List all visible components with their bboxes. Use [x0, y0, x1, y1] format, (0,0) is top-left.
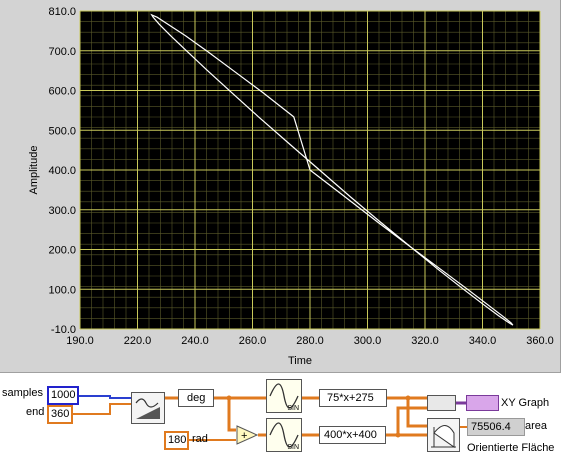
- xy-graph-label: XY Graph: [501, 397, 550, 409]
- end-control[interactable]: 360: [47, 405, 73, 424]
- area-integral-icon: [431, 425, 456, 448]
- x-tick-label: 360.0: [526, 335, 554, 347]
- formula-y-text: 400*x+400: [324, 429, 377, 441]
- xy-graph-panel: 190.0 220.0 240.0 260.0 280.0 300.0 320.0 340.0…: [0, 0, 561, 373]
- y-tick-label: 810.0: [48, 6, 76, 18]
- block-diagram: samples 1000 end 360 deg SIN SIN + 180 r…: [0, 374, 563, 457]
- x-tick-label: 190.0: [66, 335, 94, 347]
- y-tick-label: 200.0: [48, 245, 76, 257]
- xy-graph-terminal[interactable]: [466, 395, 499, 411]
- deg-to-rad-node[interactable]: deg: [178, 389, 214, 407]
- end-label: end: [26, 406, 45, 418]
- area-label: area: [525, 420, 548, 432]
- waveform-generator-vi[interactable]: [131, 392, 165, 424]
- formula-node-y[interactable]: 400*x+400: [319, 426, 386, 444]
- y-axis-title: Amplitude: [28, 146, 40, 195]
- y-tick-label: 100.0: [48, 284, 76, 296]
- y-tick-label: -10.0: [51, 324, 76, 336]
- svg-text:+: +: [241, 430, 247, 442]
- formula-node-x[interactable]: 75*x+275: [319, 389, 387, 407]
- sin-label: SIN: [287, 405, 299, 412]
- bundle-node[interactable]: [427, 395, 456, 411]
- x-tick-label: 300.0: [354, 335, 382, 347]
- xy-graph-chart: 190.0 220.0 240.0 260.0 280.0 300.0 320.0 340.0…: [28, 6, 554, 367]
- x-tick-label: 320.0: [411, 335, 439, 347]
- oriented-area-vi[interactable]: [427, 418, 460, 452]
- x-tick-label: 220.0: [124, 335, 152, 347]
- sine-node-1[interactable]: SIN: [266, 379, 302, 413]
- deg-label: deg: [187, 392, 206, 404]
- add-node[interactable]: +: [236, 425, 258, 445]
- x-tick-label: 240.0: [181, 335, 209, 347]
- samples-label: samples: [2, 387, 43, 399]
- sin-label: SIN: [287, 444, 299, 451]
- y-tick-label: 300.0: [48, 205, 76, 217]
- y-tick-label: 500.0: [48, 125, 76, 137]
- samples-control[interactable]: 1000: [47, 386, 79, 405]
- constant-180[interactable]: 180: [164, 431, 189, 450]
- ramp-icon: [135, 398, 160, 419]
- oriented-area-label: Orientierte Fläche: [467, 442, 555, 454]
- sine-node-2[interactable]: SIN: [266, 418, 302, 452]
- y-tick-label: 400.0: [48, 165, 76, 177]
- rad-label: rad: [192, 433, 208, 445]
- x-axis-title: Time: [288, 355, 312, 367]
- formula-x-text: 75*x+275: [327, 392, 374, 404]
- x-tick-label: 280.0: [296, 335, 324, 347]
- x-tick-label: 340.0: [469, 335, 497, 347]
- x-tick-label: 260.0: [239, 335, 267, 347]
- area-indicator: 75506.4: [467, 418, 525, 436]
- y-tick-label: 600.0: [48, 86, 76, 98]
- y-tick-label: 700.0: [48, 46, 76, 58]
